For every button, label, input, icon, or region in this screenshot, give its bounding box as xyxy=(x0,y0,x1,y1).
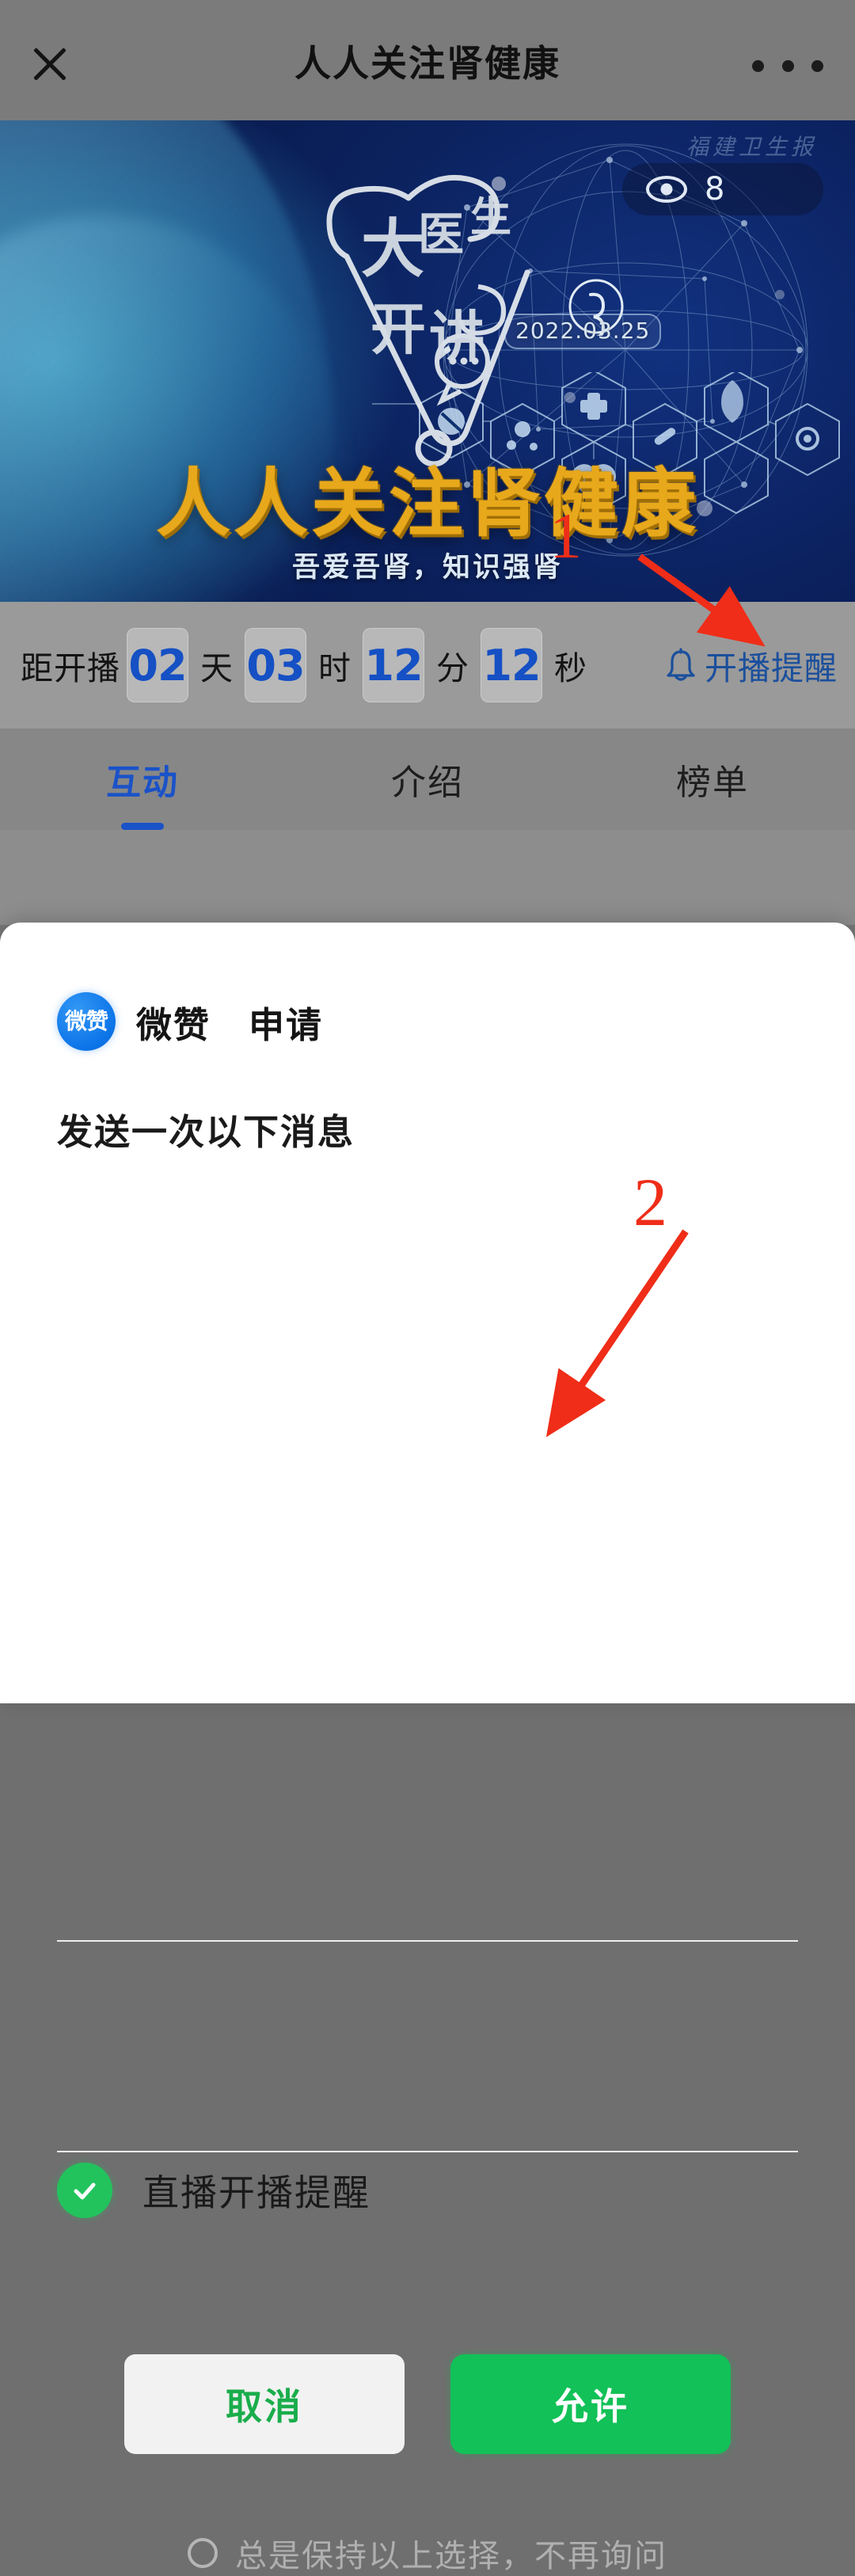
annotation-number-1: 1 xyxy=(549,500,582,572)
annotation-arrow-2 xyxy=(545,1229,689,1437)
annotation-number-2: 2 xyxy=(633,1164,667,1240)
divider-top xyxy=(57,1940,798,1942)
message-permission-label: 直播开播提醒 xyxy=(142,2172,370,2213)
allow-button[interactable]: 允许 xyxy=(450,2354,731,2454)
cancel-button[interactable]: 取消 xyxy=(124,2354,405,2454)
keep-choice-label: 总是保持以上选择，不再询问 xyxy=(235,2539,667,2574)
keep-choice-row[interactable]: 总是保持以上选择，不再询问 xyxy=(0,2530,855,2576)
radio-unchecked-icon[interactable] xyxy=(188,2538,218,2568)
dialog-button-row: 取消 允许 xyxy=(0,2354,855,2454)
allow-button-label: 允许 xyxy=(552,2386,629,2427)
phone-screen: 人人关注肾健康 大 医 生 开 讲 2022.03.25 福建卫生报 人人关注肾… xyxy=(0,0,855,2574)
annotation-overlay xyxy=(545,554,766,1437)
annotation-arrow-1 xyxy=(637,554,766,647)
divider-bottom xyxy=(57,2151,798,2152)
message-permission-row[interactable]: 直播开播提醒 xyxy=(57,2163,370,2218)
cancel-button-label: 取消 xyxy=(226,2386,303,2427)
check-circle-icon xyxy=(57,2163,112,2218)
